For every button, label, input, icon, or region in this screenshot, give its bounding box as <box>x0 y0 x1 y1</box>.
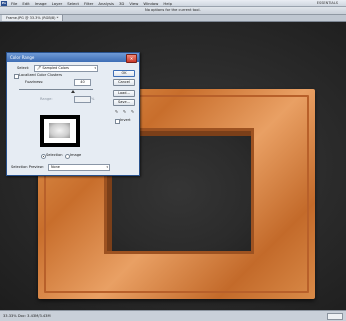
menu-filter[interactable]: Filter <box>84 1 93 6</box>
status-arrow-button[interactable] <box>327 313 343 320</box>
menu-help[interactable]: Help <box>163 1 172 6</box>
fuzziness-input[interactable]: 40 <box>74 79 91 86</box>
chevron-down-icon: ▾ <box>94 66 96 70</box>
select-label: Select: <box>17 66 30 70</box>
select-dropdown[interactable]: 🖊 Sampled Colors ▾ <box>34 65 98 72</box>
menu-file[interactable]: File <box>11 1 17 6</box>
menu-select[interactable]: Select <box>67 1 79 6</box>
cancel-button[interactable]: Cancel <box>113 79 135 86</box>
color-range-dialog: Color Range ✕ Select: 🖊 Sampled Colors ▾… <box>6 52 140 176</box>
invert-label: Invert <box>120 118 131 122</box>
dialog-title: Color Range <box>10 55 35 60</box>
menu-image[interactable]: Image <box>35 1 47 6</box>
eyedropper-minus-icon[interactable]: ✎ <box>130 109 135 114</box>
selection-preview-thumbnail <box>40 115 80 147</box>
menu-items: File Edit Image Layer Select Filter Anal… <box>11 1 172 6</box>
status-bar: 33.33% Doc: 3.43M/3.43M <box>0 310 346 321</box>
load-button[interactable]: Load... <box>113 90 135 97</box>
menu-bar: Ps File Edit Image Layer Select Filter A… <box>0 0 346 7</box>
fuzziness-slider[interactable] <box>19 89 93 90</box>
photoshop-logo: Ps <box>1 0 7 6</box>
image-radio-label: Image <box>70 153 82 157</box>
selection-preview-dropdown[interactable]: None ▾ <box>48 164 110 171</box>
status-doc-size: 33.33% Doc: 3.43M/3.43M <box>3 314 51 318</box>
menu-window[interactable]: Window <box>143 1 158 6</box>
localized-label: Localized Color Clusters <box>19 73 62 77</box>
menu-edit[interactable]: Edit <box>22 1 29 6</box>
eyedropper-small-icon: 🖊 <box>37 66 42 70</box>
menu-view[interactable]: View <box>129 1 138 6</box>
range-input[interactable] <box>74 96 91 103</box>
dialog-titlebar[interactable]: Color Range <box>7 53 139 62</box>
range-unit: % <box>91 97 95 101</box>
document-tab-bar: Frame.JPG @ 33.3% (RGB/8) * <box>0 15 346 22</box>
close-icon[interactable]: ✕ <box>126 54 137 63</box>
menu-3d[interactable]: 3D <box>119 1 124 6</box>
selection-preview-value: None <box>51 165 60 169</box>
selection-preview-label: Selection Preview: <box>11 165 44 169</box>
workspace-switcher[interactable]: ESSENTIALS <box>317 1 338 5</box>
menu-layer[interactable]: Layer <box>52 1 63 6</box>
eyedropper-plus-icon[interactable]: ✎ <box>122 109 127 114</box>
document-tab[interactable]: Frame.JPG @ 33.3% (RGB/8) * <box>2 15 64 21</box>
preview-mask-gray <box>49 123 70 138</box>
options-hint: No options for the current tool. <box>145 8 201 12</box>
ok-button[interactable]: OK <box>113 70 135 77</box>
selection-radio-label: Selection <box>46 153 63 157</box>
menu-analysis[interactable]: Analysis <box>98 1 114 6</box>
options-bar: No options for the current tool. <box>0 7 346 15</box>
fuzziness-slider-handle[interactable] <box>71 90 75 93</box>
save-button[interactable]: Save... <box>113 99 135 106</box>
chevron-down-icon: ▾ <box>106 165 108 169</box>
select-value: Sampled Colors <box>42 66 69 70</box>
fuzziness-label: Fuzziness: <box>25 80 44 84</box>
range-label: Range: <box>40 97 53 101</box>
eyedropper-icon[interactable]: ✎ <box>114 109 119 114</box>
